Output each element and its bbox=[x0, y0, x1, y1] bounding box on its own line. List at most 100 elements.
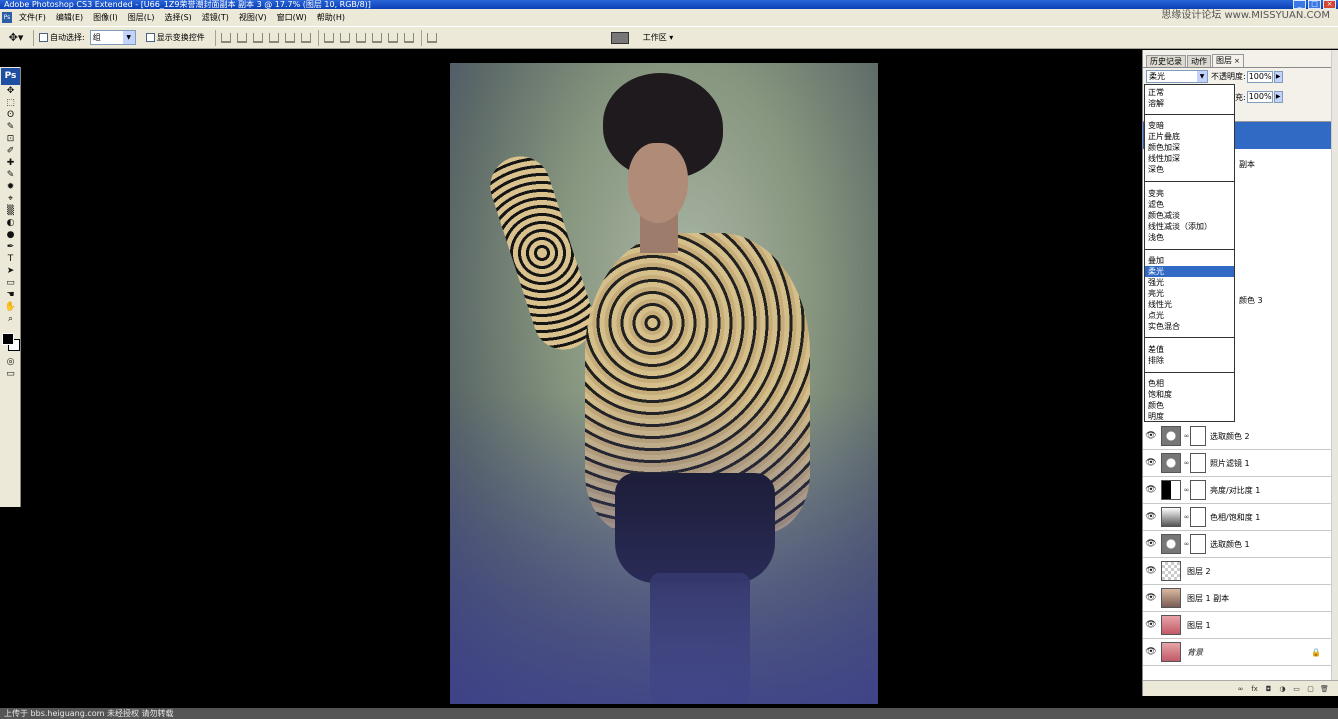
eye-icon[interactable]: 👁 bbox=[1143, 647, 1159, 657]
ps-logo[interactable]: Ps bbox=[1, 68, 20, 85]
crop-tool-icon[interactable]: ⊡ bbox=[1, 134, 20, 145]
blend-option[interactable]: 颜色减淡 bbox=[1145, 210, 1234, 221]
link-layers-icon[interactable]: ∞ bbox=[1236, 685, 1245, 693]
blend-option[interactable]: 实色混合 bbox=[1145, 321, 1234, 332]
path-selection-tool-icon[interactable]: ➤ bbox=[1, 266, 20, 277]
blur-tool-icon[interactable]: ● bbox=[1, 230, 20, 241]
align-vcenter-icon[interactable] bbox=[236, 32, 247, 43]
pen-tool-icon[interactable]: ✒ bbox=[1, 242, 20, 253]
blend-option[interactable]: 颜色 bbox=[1145, 400, 1234, 411]
eye-icon[interactable]: 👁 bbox=[1143, 485, 1159, 495]
adjustment-layer-icon[interactable]: ◑ bbox=[1278, 685, 1287, 693]
layer-row[interactable]: 👁 ∞ 照片滤镜 1 bbox=[1143, 450, 1331, 477]
layer-mask-thumbnail[interactable] bbox=[1190, 507, 1206, 527]
history-brush-tool-icon[interactable]: ⌖ bbox=[1, 194, 20, 205]
close-icon[interactable]: × bbox=[1234, 57, 1240, 65]
blend-option[interactable]: 浅色 bbox=[1145, 232, 1234, 243]
align-left-icon[interactable] bbox=[268, 32, 279, 43]
blend-option[interactable]: 差值 bbox=[1145, 344, 1234, 355]
distribute-hcenter-icon[interactable] bbox=[387, 32, 398, 43]
distribute-top-icon[interactable] bbox=[323, 32, 334, 43]
blend-option[interactable]: 正片叠底 bbox=[1145, 131, 1234, 142]
distribute-vcenter-icon[interactable] bbox=[339, 32, 350, 43]
workspace-icon[interactable] bbox=[610, 31, 629, 44]
menu-window[interactable]: 窗口(W) bbox=[272, 9, 312, 26]
blend-option[interactable]: 变亮 bbox=[1145, 188, 1234, 199]
blend-mode-select[interactable]: 柔光 ▼ bbox=[1146, 70, 1208, 83]
add-mask-icon[interactable]: ◘ bbox=[1264, 685, 1273, 693]
move-tool-icon[interactable]: ✥▾ bbox=[4, 29, 28, 46]
brush-tool-icon[interactable]: ✎ bbox=[1, 170, 20, 181]
layer-row[interactable]: 👁 图层 1 bbox=[1143, 612, 1331, 639]
foreground-color-swatch[interactable] bbox=[2, 333, 14, 345]
layer-mask-thumbnail[interactable] bbox=[1190, 480, 1206, 500]
new-group-icon[interactable]: ▭ bbox=[1292, 685, 1301, 693]
distribute-right-icon[interactable] bbox=[403, 32, 414, 43]
move-tool-icon[interactable]: ✥ bbox=[1, 86, 20, 97]
menu-image[interactable]: 图像(I) bbox=[88, 9, 123, 26]
auto-select-dropdown[interactable]: 组 ▼ bbox=[89, 30, 136, 45]
tab-actions[interactable]: 动作 bbox=[1187, 55, 1211, 67]
menu-layer[interactable]: 图层(L) bbox=[123, 9, 160, 26]
show-transform-checkbox[interactable] bbox=[145, 33, 155, 42]
menu-filter[interactable]: 滤镜(T) bbox=[197, 9, 234, 26]
opacity-input[interactable]: 100% bbox=[1246, 70, 1273, 83]
layer-style-icon[interactable]: fx bbox=[1250, 685, 1259, 693]
notes-tool-icon[interactable]: ☚ bbox=[1, 290, 20, 301]
blend-option[interactable]: 线性减淡（添加） bbox=[1145, 221, 1234, 232]
close-button[interactable]: × bbox=[1323, 0, 1336, 9]
layer-row[interactable]: 👁 ∞ 选取颜色 2 bbox=[1143, 423, 1331, 450]
menu-file[interactable]: 文件(F) bbox=[14, 9, 51, 26]
gradient-tool-icon[interactable]: ◐ bbox=[1, 218, 20, 229]
eye-icon[interactable]: 👁 bbox=[1143, 566, 1159, 576]
blend-option[interactable]: 线性加深 bbox=[1145, 153, 1234, 164]
blend-option[interactable]: 溶解 bbox=[1145, 98, 1234, 109]
layer-row[interactable]: 👁 背景 🔒 bbox=[1143, 639, 1331, 666]
blend-option[interactable]: 线性光 bbox=[1145, 299, 1234, 310]
healing-brush-tool-icon[interactable]: ✚ bbox=[1, 158, 20, 169]
blend-option[interactable]: 色相 bbox=[1145, 378, 1234, 389]
screen-mode-icon[interactable]: ▭ bbox=[1, 369, 20, 380]
blend-option[interactable]: 排除 bbox=[1145, 355, 1234, 366]
blend-option[interactable]: 深色 bbox=[1145, 164, 1234, 175]
blend-option-selected[interactable]: 柔光 bbox=[1145, 266, 1234, 277]
layer-list-scrollbar[interactable] bbox=[1331, 50, 1338, 696]
layer-row[interactable]: 👁 图层 2 bbox=[1143, 558, 1331, 585]
eraser-tool-icon[interactable]: ▒ bbox=[1, 206, 20, 217]
align-bottom-icon[interactable] bbox=[252, 32, 263, 43]
lasso-tool-icon[interactable]: ʘ bbox=[1, 110, 20, 121]
magic-wand-tool-icon[interactable]: ✎ bbox=[1, 122, 20, 133]
blend-option[interactable]: 颜色加深 bbox=[1145, 142, 1234, 153]
fill-slider-arrow-icon[interactable]: ▶ bbox=[1273, 91, 1283, 103]
trash-icon[interactable]: 🗑 bbox=[1320, 685, 1329, 693]
auto-align-icon[interactable] bbox=[426, 32, 437, 43]
eye-icon[interactable]: 👁 bbox=[1143, 458, 1159, 468]
workspace-button[interactable]: 工作区 ▾ bbox=[643, 32, 674, 43]
blend-option[interactable]: 滤色 bbox=[1145, 199, 1234, 210]
align-right-icon[interactable] bbox=[300, 32, 311, 43]
menu-edit[interactable]: 编辑(E) bbox=[51, 9, 88, 26]
hand-tool-icon[interactable]: ✋ bbox=[1, 302, 20, 313]
blend-option[interactable]: 明度 bbox=[1145, 411, 1234, 422]
document-canvas-photo[interactable] bbox=[450, 63, 878, 704]
blend-option[interactable]: 点光 bbox=[1145, 310, 1234, 321]
blend-option[interactable]: 强光 bbox=[1145, 277, 1234, 288]
opacity-slider-arrow-icon[interactable]: ▶ bbox=[1273, 70, 1283, 83]
minimize-button[interactable]: _ bbox=[1293, 0, 1306, 9]
maximize-button[interactable]: □ bbox=[1308, 0, 1321, 9]
shape-tool-icon[interactable]: ▭ bbox=[1, 278, 20, 289]
app-icon[interactable]: Ps bbox=[2, 12, 12, 23]
eye-icon[interactable]: 👁 bbox=[1143, 539, 1159, 549]
eye-icon[interactable]: 👁 bbox=[1143, 512, 1159, 522]
tab-history[interactable]: 历史记录 bbox=[1146, 55, 1186, 67]
menu-view[interactable]: 视图(V) bbox=[234, 9, 272, 26]
layer-mask-thumbnail[interactable] bbox=[1190, 534, 1206, 554]
blend-option[interactable]: 饱和度 bbox=[1145, 389, 1234, 400]
layer-row[interactable]: 👁 ∞ 选取颜色 1 bbox=[1143, 531, 1331, 558]
fill-input[interactable]: 100% bbox=[1246, 91, 1273, 103]
blend-option[interactable]: 正常 bbox=[1145, 87, 1234, 98]
menu-help[interactable]: 帮助(H) bbox=[312, 9, 350, 26]
zoom-tool-icon[interactable]: ⌕ bbox=[1, 314, 20, 325]
quick-mask-icon[interactable]: ◎ bbox=[1, 357, 20, 368]
clone-stamp-tool-icon[interactable]: ✹ bbox=[1, 182, 20, 193]
